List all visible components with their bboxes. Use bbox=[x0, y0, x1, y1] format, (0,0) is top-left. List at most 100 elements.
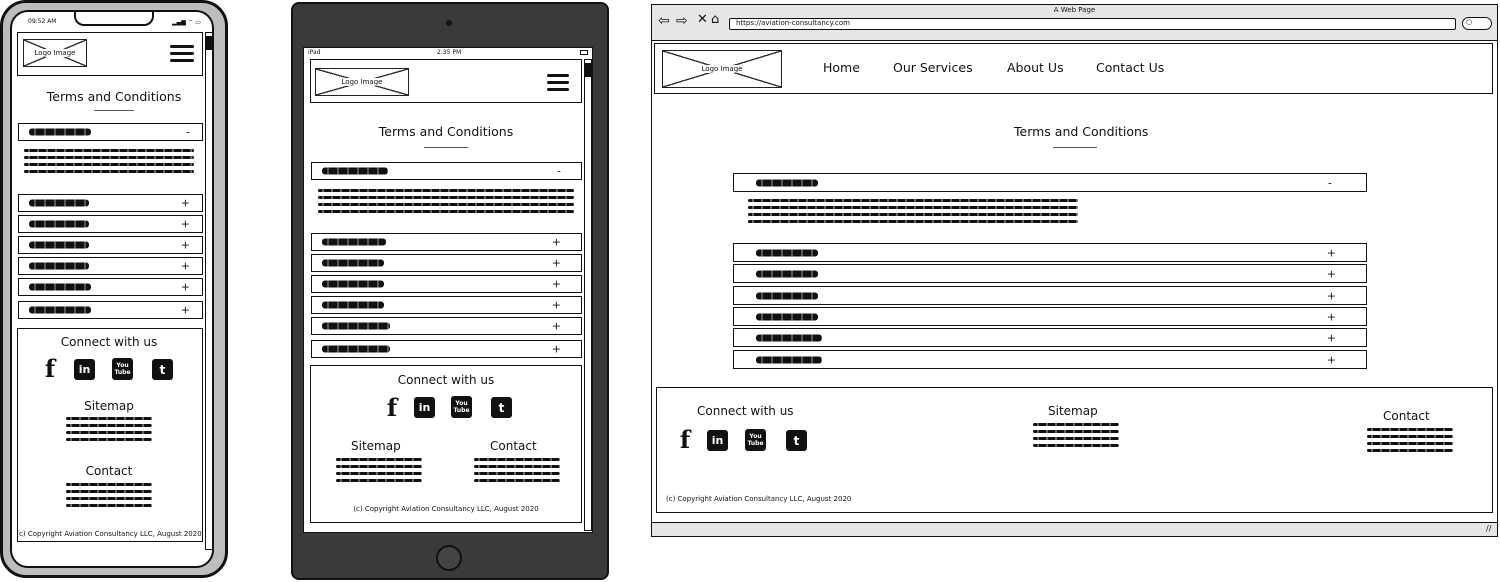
tablet-sitemap-title: Sitemap bbox=[351, 439, 401, 453]
tablet-accordion-item[interactable]: + bbox=[311, 233, 582, 251]
expand-icon: + bbox=[180, 196, 190, 210]
linkedin-icon[interactable]: in bbox=[74, 359, 95, 380]
youtube-icon[interactable]: You Tube bbox=[745, 429, 766, 451]
phone-notch bbox=[74, 12, 154, 26]
collapse-icon: - bbox=[186, 125, 190, 139]
phone-scrollbar[interactable] bbox=[205, 32, 212, 550]
expand-icon: + bbox=[180, 280, 190, 294]
phone-accordion-item[interactable]: + bbox=[18, 257, 203, 275]
tablet-accordion-item[interactable]: + bbox=[311, 275, 582, 293]
phone-logo-image[interactable]: Logo Image bbox=[23, 39, 87, 67]
tablet-logo-image[interactable]: Logo Image bbox=[315, 68, 409, 96]
menu-icon bbox=[547, 74, 569, 77]
phone-accordion-item[interactable]: + bbox=[18, 301, 203, 319]
tablet-status-time: 2:35 PM bbox=[437, 49, 462, 56]
browser-contact-title: Contact bbox=[1383, 409, 1430, 423]
browser-title-underline bbox=[1053, 147, 1097, 148]
phone-accordion-item[interactable]: + bbox=[18, 236, 203, 254]
browser-copyright: (c) Copyright Aviation Consultancy LLC, … bbox=[666, 495, 852, 503]
browser-accordion-item[interactable]: + bbox=[733, 350, 1367, 369]
tablet-accordion-item[interactable]: + bbox=[311, 317, 582, 335]
phone-sitemap-links[interactable] bbox=[66, 417, 152, 445]
phone-hamburger-menu[interactable] bbox=[170, 45, 194, 66]
expand-icon: + bbox=[551, 235, 561, 249]
phone-status-icons: ▂▄▆ ⌔ ▭ bbox=[172, 19, 201, 26]
expand-icon: + bbox=[551, 277, 561, 291]
browser-accordion-item[interactable]: + bbox=[733, 286, 1367, 305]
tablet-copyright: (c) Copyright Aviation Consultancy LLC, … bbox=[353, 505, 539, 513]
tablet-camera bbox=[446, 20, 452, 26]
collapse-icon: - bbox=[1328, 176, 1332, 189]
linkedin-icon[interactable]: in bbox=[707, 430, 728, 451]
tablet-hamburger-menu[interactable] bbox=[547, 74, 569, 95]
tablet-sitemap-links[interactable] bbox=[336, 458, 422, 486]
twitter-icon[interactable]: t bbox=[491, 397, 512, 418]
linkedin-icon[interactable]: in bbox=[414, 397, 435, 418]
expand-icon: + bbox=[180, 217, 190, 231]
browser-sitemap-links[interactable] bbox=[1033, 423, 1119, 451]
expand-icon: + bbox=[1326, 246, 1336, 259]
tablet-screen: iPad 2:35 PM Logo Image Terms and Condit… bbox=[303, 47, 593, 533]
tablet-status-carrier: iPad bbox=[308, 49, 321, 56]
tablet-scrollbar-thumb[interactable] bbox=[585, 63, 591, 77]
browser-contact-details bbox=[1367, 428, 1453, 456]
nav-link-contact[interactable]: Contact Us bbox=[1096, 60, 1164, 75]
browser-page-title: Terms and Conditions bbox=[1014, 124, 1149, 139]
facebook-icon[interactable]: f bbox=[42, 354, 58, 383]
stop-icon[interactable]: ✕ bbox=[697, 13, 708, 26]
browser-connect-title: Connect with us bbox=[697, 404, 794, 418]
tablet-accordion-item[interactable]: + bbox=[311, 254, 582, 272]
expand-icon: + bbox=[551, 256, 561, 270]
facebook-icon[interactable]: f bbox=[677, 425, 693, 454]
battery-icon bbox=[580, 50, 588, 55]
phone-sitemap-title: Sitemap bbox=[84, 399, 134, 413]
facebook-icon[interactable]: f bbox=[384, 393, 400, 422]
forward-arrow-icon[interactable]: ⇨ bbox=[676, 14, 688, 28]
browser-accordion-item[interactable]: + bbox=[733, 264, 1367, 283]
nav-link-home[interactable]: Home bbox=[823, 60, 860, 75]
resize-grip-icon[interactable]: // bbox=[1486, 525, 1491, 533]
twitter-icon[interactable]: t bbox=[786, 430, 807, 451]
menu-icon bbox=[170, 45, 194, 48]
browser-sitemap-title: Sitemap bbox=[1048, 404, 1098, 418]
browser-logo-image[interactable]: Logo Image bbox=[662, 50, 782, 88]
tablet-accordion-item[interactable]: + bbox=[311, 296, 582, 314]
youtube-icon[interactable]: You Tube bbox=[112, 358, 133, 380]
nav-link-services[interactable]: Our Services bbox=[893, 60, 973, 75]
tablet-home-button[interactable] bbox=[436, 545, 462, 571]
phone-contact-details bbox=[66, 483, 152, 511]
home-icon[interactable]: ⌂ bbox=[711, 13, 719, 26]
youtube-icon[interactable]: You Tube bbox=[451, 396, 472, 418]
phone-accordion-item[interactable]: + bbox=[18, 278, 203, 296]
phone-accordion-item-expanded[interactable]: - bbox=[18, 123, 203, 141]
tablet-accordion-body-text bbox=[318, 189, 574, 217]
browser-accordion-item-expanded[interactable]: - bbox=[733, 173, 1367, 192]
phone-page-title: Terms and Conditions bbox=[46, 89, 182, 104]
tablet-accordion-item[interactable]: + bbox=[311, 340, 582, 358]
phone-accordion-item[interactable]: + bbox=[18, 215, 203, 233]
browser-accordion-item[interactable]: + bbox=[733, 328, 1367, 347]
browser-accordion-item[interactable]: + bbox=[733, 243, 1367, 262]
tablet-connect-title: Connect with us bbox=[397, 373, 495, 387]
expand-icon: + bbox=[1326, 289, 1336, 302]
browser-statusbar bbox=[652, 522, 1497, 536]
twitter-icon[interactable]: t bbox=[152, 359, 173, 380]
browser-window-title: A Web Page bbox=[1053, 6, 1096, 14]
expand-icon: + bbox=[551, 298, 561, 312]
expand-icon: + bbox=[1326, 267, 1336, 280]
tablet-contact-title: Contact bbox=[490, 439, 537, 453]
browser-accordion-item[interactable]: + bbox=[733, 307, 1367, 326]
phone-scrollbar-thumb[interactable] bbox=[206, 36, 212, 50]
back-arrow-icon[interactable]: ⇦ bbox=[658, 14, 670, 28]
expand-icon: + bbox=[1326, 310, 1336, 323]
tablet-title-underline bbox=[424, 147, 468, 148]
phone-accordion-item[interactable]: + bbox=[18, 194, 203, 212]
tablet-accordion-item-expanded[interactable]: - bbox=[311, 162, 582, 180]
tablet-contact-details bbox=[474, 458, 560, 486]
phone-accordion-body-text bbox=[24, 149, 194, 177]
nav-link-about[interactable]: About Us bbox=[1007, 60, 1064, 75]
tablet-scrollbar[interactable] bbox=[584, 59, 592, 531]
phone-connect-title: Connect with us bbox=[60, 335, 158, 349]
expand-icon: + bbox=[551, 342, 561, 356]
expand-icon: + bbox=[1326, 353, 1336, 366]
